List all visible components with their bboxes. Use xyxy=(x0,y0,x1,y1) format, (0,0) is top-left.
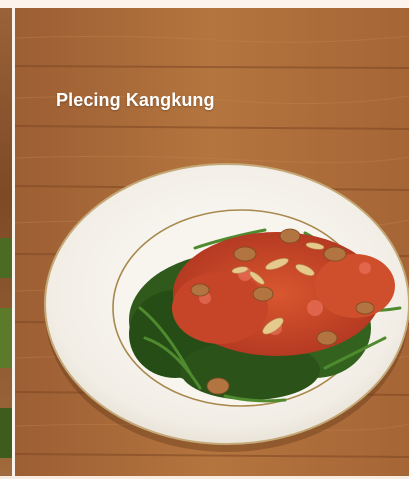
greens-decoration xyxy=(0,308,12,368)
greens-decoration xyxy=(0,238,12,278)
app-frame: Plecing Kangkung xyxy=(0,0,409,479)
food-card[interactable]: Plecing Kangkung xyxy=(15,8,409,476)
dish-photo-icon xyxy=(15,8,409,476)
card-title: Plecing Kangkung xyxy=(56,90,215,110)
previous-card-peek[interactable] xyxy=(0,8,12,476)
greens-decoration xyxy=(0,408,12,458)
